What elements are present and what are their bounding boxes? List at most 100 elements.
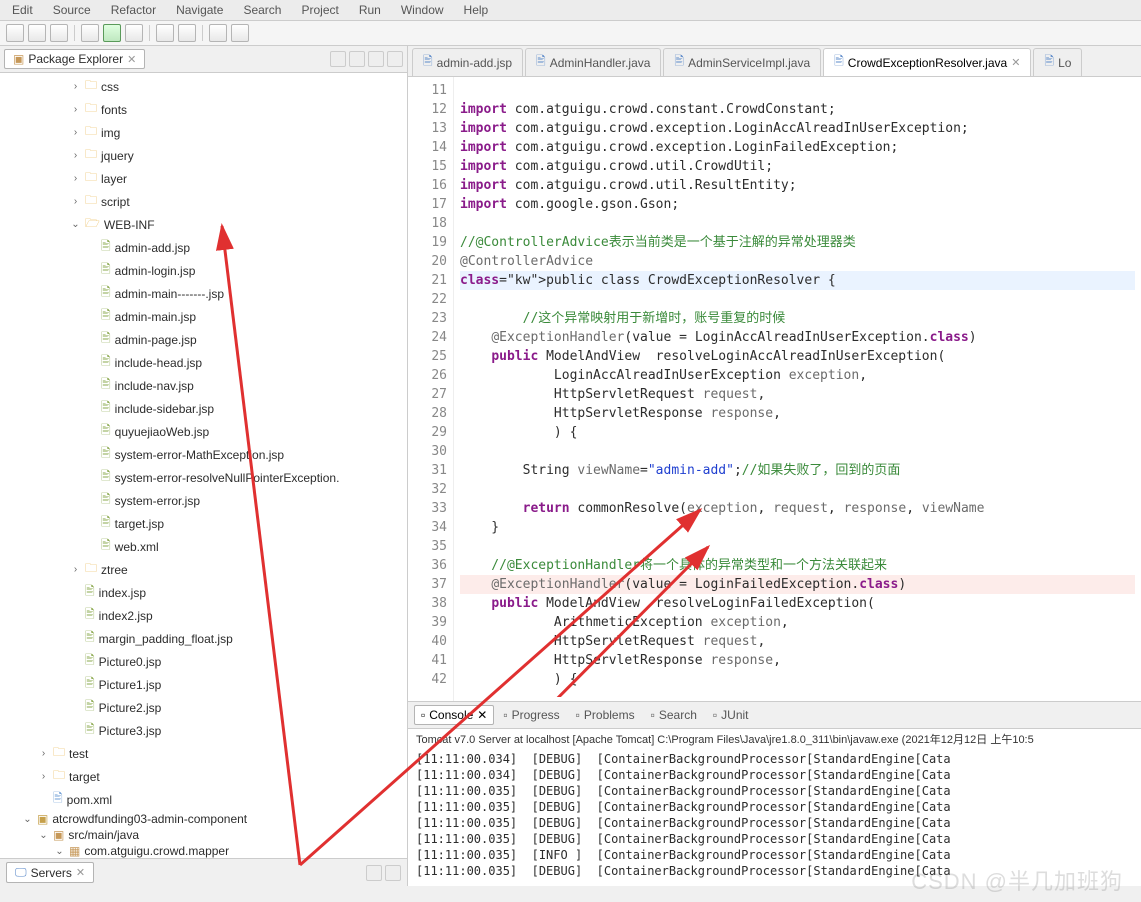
code-content[interactable]: import com.atguigu.crowd.constant.CrowdC… [454, 77, 1141, 701]
tb-runext-icon[interactable] [125, 24, 143, 42]
tree-item[interactable]: 🖹 include-nav.jsp [0, 374, 407, 397]
tree-item[interactable]: › 🗀 css [0, 75, 407, 98]
tree-item[interactable]: 🖹 admin-add.jsp [0, 236, 407, 259]
editor-tabs[interactable]: 🖹 admin-add.jsp 🖹 AdminHandler.java 🖹 Ad… [408, 46, 1141, 77]
tree-item[interactable]: 🖹 Picture3.jsp [0, 719, 407, 742]
tree-item[interactable]: 🖹 system-error-MathException.jsp [0, 443, 407, 466]
tree-item[interactable]: › 🗀 jquery [0, 144, 407, 167]
console-tab-console[interactable]: ▫ Console ✕ [414, 705, 494, 725]
close-icon[interactable]: ✕ [1011, 56, 1020, 69]
tb-debug-icon[interactable] [81, 24, 99, 42]
tree-item[interactable]: 🖹 admin-page.jsp [0, 328, 407, 351]
menu-source[interactable]: Source [49, 2, 95, 18]
twist-icon[interactable]: › [70, 196, 81, 207]
code-editor[interactable]: 1112131415161718192021222324252627282930… [408, 77, 1141, 701]
tb-search-icon[interactable] [178, 24, 196, 42]
twist-icon[interactable]: ⌄ [22, 814, 33, 825]
tb-build-icon[interactable] [156, 24, 174, 42]
tree-item[interactable]: 🖹 system-error.jsp [0, 489, 407, 512]
tree-item[interactable]: 🖹 Picture0.jsp [0, 650, 407, 673]
editor-tab[interactable]: 🖹 CrowdExceptionResolver.java ✕ [823, 48, 1031, 76]
collapse-all-icon[interactable] [349, 51, 365, 67]
tree-item[interactable]: ⌄ ▣ atcrowdfunding03-admin-component [0, 811, 407, 827]
tree-item[interactable]: 🖹 Picture1.jsp [0, 673, 407, 696]
menu-refactor[interactable]: Refactor [107, 2, 160, 18]
tree-item[interactable]: 🖹 quyuejiaoWeb.jsp [0, 420, 407, 443]
menu-edit[interactable]: Edit [8, 2, 37, 18]
menu-navigate[interactable]: Navigate [172, 2, 227, 18]
twist-icon[interactable]: ⌄ [70, 219, 81, 230]
close-icon[interactable]: ✕ [477, 708, 487, 722]
menu-run[interactable]: Run [355, 2, 385, 18]
tree-item[interactable]: 🖹 index2.jsp [0, 604, 407, 627]
servers-min-icon[interactable] [385, 865, 401, 881]
tree-item[interactable]: 🖹 web.xml [0, 535, 407, 558]
jsp-icon: 🖹 [101, 329, 111, 350]
tb-new-icon[interactable] [6, 24, 24, 42]
twist-icon[interactable]: › [70, 81, 81, 92]
tree-item[interactable]: › 🗀 layer [0, 167, 407, 190]
tree-item[interactable]: ⌄ ▣ src/main/java [0, 827, 407, 843]
twist-icon[interactable]: › [38, 748, 49, 759]
tree-item[interactable]: 🖹 margin_padding_float.jsp [0, 627, 407, 650]
menu-project[interactable]: Project [297, 2, 342, 18]
twist-icon[interactable]: › [38, 771, 49, 782]
twist-icon[interactable]: › [70, 564, 81, 575]
tb-saveall-icon[interactable] [50, 24, 68, 42]
tree-item[interactable]: 🖹 admin-login.jsp [0, 259, 407, 282]
close-icon[interactable]: ✕ [76, 866, 85, 879]
tree-item[interactable]: ⌄ 🗁 WEB-INF [0, 213, 407, 236]
tb-back-icon[interactable] [209, 24, 227, 42]
twist-icon[interactable]: › [70, 104, 81, 115]
editor-tab[interactable]: 🖹 AdminServiceImpl.java [663, 48, 821, 76]
servers-tab[interactable]: 🖵 Servers ✕ [6, 862, 94, 883]
tree-item[interactable]: › 🗀 target [0, 765, 407, 788]
console-tab-progress[interactable]: ▫ Progress [496, 705, 566, 725]
tree-item[interactable]: › 🗀 ztree [0, 558, 407, 581]
menu-search[interactable]: Search [239, 2, 285, 18]
tb-save-icon[interactable] [28, 24, 46, 42]
tree-item[interactable]: 🖹 index.jsp [0, 581, 407, 604]
editor-tab[interactable]: 🖹 Lo [1033, 48, 1082, 76]
tree-item[interactable]: › 🗀 script [0, 190, 407, 213]
tb-run-icon[interactable] [103, 24, 121, 42]
tree-item[interactable]: ⌄ ▦ com.atguigu.crowd.mapper [0, 843, 407, 858]
menu-window[interactable]: Window [397, 2, 448, 18]
tb-fwd-icon[interactable] [231, 24, 249, 42]
console-tabs[interactable]: ▫ Console ✕ ▫ Progress ▫ Problems ▫ Sear… [408, 702, 1141, 729]
servers-menu-icon[interactable] [366, 865, 382, 881]
link-editor-icon[interactable] [330, 51, 346, 67]
main-toolbar[interactable] [0, 21, 1141, 46]
tab-icon: ▫ [713, 708, 717, 722]
close-icon[interactable]: ✕ [127, 53, 136, 66]
menu-bar[interactable]: Edit Source Refactor Navigate Search Project R… [0, 0, 1141, 21]
tree-item[interactable]: › 🗀 fonts [0, 98, 407, 121]
editor-tab[interactable]: 🖹 admin-add.jsp [412, 48, 523, 76]
tree-item[interactable]: 🖹 include-sidebar.jsp [0, 397, 407, 420]
tree-item[interactable]: 🖹 admin-main-------.jsp [0, 282, 407, 305]
tree-item[interactable]: 🖹 include-head.jsp [0, 351, 407, 374]
tree-item[interactable]: 🖹 pom.xml [0, 788, 407, 811]
tree-item[interactable]: 🖹 admin-main.jsp [0, 305, 407, 328]
tree-item[interactable]: 🖹 Picture2.jsp [0, 696, 407, 719]
tree-item[interactable]: › 🗀 img [0, 121, 407, 144]
twist-icon[interactable]: ⌄ [54, 846, 65, 857]
twist-icon[interactable]: › [70, 150, 81, 161]
console-tab-problems[interactable]: ▫ Problems [569, 705, 642, 725]
tab-icon: ▫ [576, 708, 580, 722]
tree-item[interactable]: › 🗀 test [0, 742, 407, 765]
twist-icon[interactable]: ⌄ [38, 830, 49, 841]
menu-help[interactable]: Help [460, 2, 493, 18]
file-icon: 🖹 [1044, 52, 1054, 73]
package-explorer-tab[interactable]: ▣ Package Explorer ✕ [4, 49, 145, 69]
tree-item[interactable]: 🖹 system-error-resolveNullPointerExcepti… [0, 466, 407, 489]
console-tab-search[interactable]: ▫ Search [644, 705, 704, 725]
editor-tab[interactable]: 🖹 AdminHandler.java [525, 48, 661, 76]
tree-item[interactable]: 🖹 target.jsp [0, 512, 407, 535]
twist-icon[interactable]: › [70, 173, 81, 184]
project-tree[interactable]: › 🗀 css › 🗀 fonts › 🗀 img › 🗀 jquery › 🗀… [0, 73, 407, 858]
twist-icon[interactable]: › [70, 127, 81, 138]
view-menu-icon[interactable] [368, 51, 384, 67]
minimize-icon[interactable] [387, 51, 403, 67]
console-tab-junit[interactable]: ▫ JUnit [706, 705, 756, 725]
